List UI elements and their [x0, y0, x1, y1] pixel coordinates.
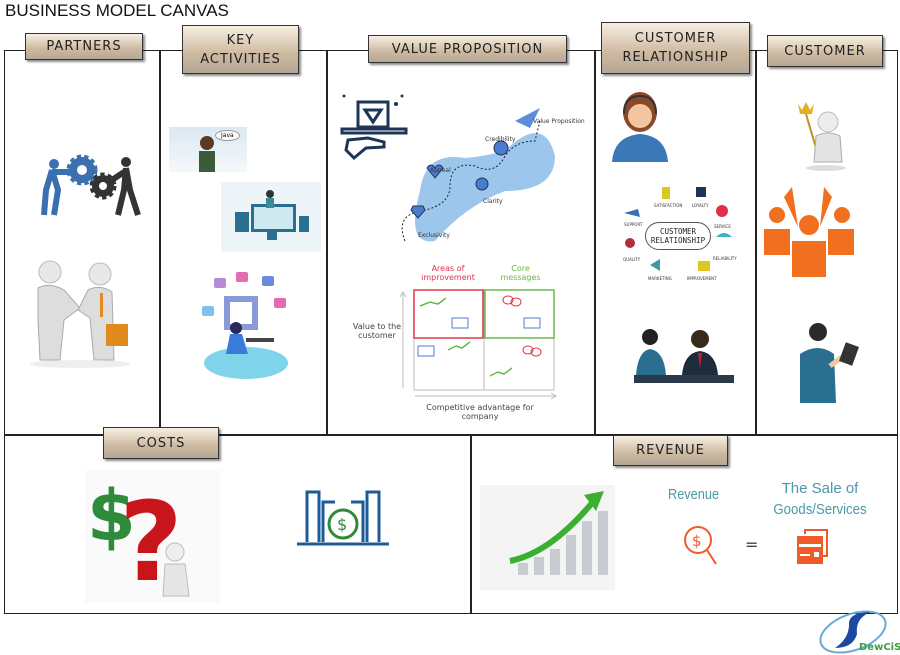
dewcis-logo: DewCiS — [819, 610, 900, 654]
exclusivity-label: Exclusivity — [418, 232, 450, 239]
appeal-label: Appeal — [430, 167, 451, 174]
developer-icon — [199, 136, 215, 172]
sale-of-goods-label: The Sale of Goods/Services — [760, 478, 880, 520]
value-proposition-header-text: VALUE PROPOSITION — [391, 41, 544, 57]
marketing-label: MARKETING — [648, 276, 672, 281]
handshake-people-icon — [30, 260, 130, 368]
customer-header-text: CUSTOMER — [784, 43, 866, 59]
speech-bubble: Java — [215, 130, 240, 141]
badge-icon — [493, 140, 509, 156]
key-activities-header-line2: ACTIVITIES — [200, 51, 281, 67]
competitive-advantage-axis-label: Competitive advantage for company — [426, 403, 534, 421]
support-agent-icon — [612, 92, 668, 162]
page-title: BUSINESS MODEL CANVAS — [5, 1, 229, 20]
magnifier-icon — [475, 177, 489, 191]
costs-header: COSTS — [103, 427, 219, 459]
svg-text:$: $ — [337, 515, 347, 534]
relationship-icons — [624, 187, 732, 271]
business-model-canvas: BUSINESS MODEL CANVAS PARTNERS KEY ACTIVI… — [0, 0, 900, 655]
partners-header-text: PARTNERS — [46, 39, 122, 54]
devices-workstation-icon — [221, 182, 321, 252]
revenue-header-text: REVENUE — [636, 443, 705, 458]
sale-line-2: Goods/Services — [773, 501, 867, 518]
value-journey-map — [401, 108, 555, 242]
sale-line-1: The Sale of — [781, 480, 859, 497]
logo-text: DewCiS — [859, 642, 900, 653]
tablet-user-icon — [800, 323, 859, 403]
improvement-quadrant — [413, 289, 484, 339]
customer-relationship-header: CUSTOMER RELATIONSHIP — [601, 22, 750, 74]
value-to-customer-axis-label: Value to the customer — [352, 322, 402, 340]
costs-header-text: COSTS — [136, 435, 186, 451]
java-developer-image: Java — [169, 127, 247, 172]
revenue-header: REVENUE — [613, 435, 728, 466]
customer-relationship-header-line2: RELATIONSHIP — [622, 50, 729, 65]
costs-cell — [4, 434, 472, 614]
key-activities-header-line1: KEY — [226, 32, 255, 48]
core-quadrant — [484, 289, 555, 339]
clarity-label: Clarity — [483, 198, 503, 205]
developer-desk-icon — [202, 272, 288, 379]
svg-text:$: $ — [692, 532, 702, 550]
dollar-question-icon: $ ? — [85, 470, 220, 606]
money-building-icon: $ — [297, 490, 389, 546]
value-proposition-label: Value Proposition — [533, 118, 585, 125]
dollar-search-icon: $ — [684, 526, 717, 565]
customer-relationship-header-line1: CUSTOMER — [634, 31, 717, 46]
credibility-label: Credibility — [485, 136, 516, 143]
growth-chart-icon — [480, 485, 615, 590]
partners-header: PARTNERS — [25, 33, 143, 60]
customer-group-icon — [764, 187, 854, 277]
partners-cell — [4, 50, 161, 436]
equals-sign: = — [745, 535, 759, 554]
improvement-label: IMPROVEMENT — [687, 276, 717, 281]
revenue-label: Revenue — [668, 486, 720, 503]
key-activities-header: KEY ACTIVITIES — [182, 25, 299, 74]
value-matrix — [399, 289, 557, 400]
value-proposition-header: VALUE PROPOSITION — [368, 35, 567, 63]
gears-teamwork-icon — [41, 154, 141, 216]
areas-of-improvement-label: Areas of improvement — [421, 264, 475, 282]
business-meeting-icon — [634, 329, 734, 383]
king-customer-icon — [798, 102, 846, 171]
payment-card-icon — [797, 529, 828, 564]
customer-header: CUSTOMER — [767, 35, 883, 67]
core-messages-label: Core messages — [500, 264, 541, 282]
